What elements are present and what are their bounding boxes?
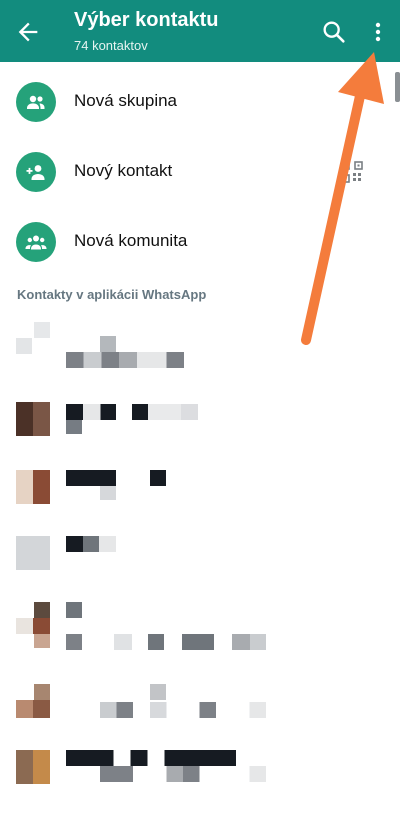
redacted-message xyxy=(66,634,266,650)
list-item[interactable] xyxy=(0,318,395,384)
redacted-name xyxy=(66,470,166,486)
redacted-message xyxy=(100,702,266,718)
redacted-name xyxy=(66,750,236,766)
avatar xyxy=(16,470,50,504)
avatar xyxy=(16,700,50,718)
redacted-message xyxy=(66,420,82,434)
add-person-icon-circle xyxy=(16,152,56,192)
list-item[interactable] xyxy=(0,536,395,602)
redacted-name xyxy=(66,536,116,552)
new-group-label: Nová skupina xyxy=(74,91,178,110)
avatar xyxy=(34,684,50,700)
avatar xyxy=(16,618,50,634)
redacted-name xyxy=(150,684,166,700)
list-item[interactable] xyxy=(0,600,395,666)
avatar xyxy=(34,322,50,338)
more-vertical-icon[interactable] xyxy=(366,18,390,46)
redacted-name xyxy=(66,602,82,618)
arrow-left-icon[interactable] xyxy=(14,18,42,46)
new-community-label: Nová komunita xyxy=(74,231,188,250)
redacted-name xyxy=(66,352,184,368)
page-title: Výber kontaktu xyxy=(74,9,219,31)
redacted-name xyxy=(66,404,198,420)
community-icon xyxy=(25,235,47,250)
section-header: Kontakty v aplikácii WhatsApp xyxy=(17,287,207,302)
contact-count: 74 kontaktov xyxy=(74,38,148,53)
group-icon xyxy=(27,95,45,109)
new-contact-label: Nový kontakt xyxy=(74,161,173,180)
scrollbar[interactable] xyxy=(395,72,400,102)
avatar xyxy=(16,536,50,570)
add-person-icon xyxy=(26,165,45,180)
avatar xyxy=(16,338,32,354)
list-item[interactable] xyxy=(0,466,395,532)
community-icon-circle xyxy=(16,222,56,262)
avatar xyxy=(16,750,50,784)
redacted-message xyxy=(100,486,116,500)
avatar xyxy=(16,402,50,436)
list-item[interactable] xyxy=(0,748,395,814)
redacted-name xyxy=(100,336,116,352)
group-icon-circle xyxy=(16,82,56,122)
avatar xyxy=(34,634,50,648)
qr-code-icon[interactable] xyxy=(341,161,363,183)
new-group-item[interactable]: Nová skupina xyxy=(0,72,395,132)
list-item[interactable] xyxy=(0,684,395,750)
new-community-item[interactable]: Nová komunita xyxy=(0,212,395,272)
avatar xyxy=(34,602,50,618)
list-item[interactable] xyxy=(0,398,395,464)
app-bar: Výber kontaktu 74 kontaktov xyxy=(0,0,400,62)
redacted-message xyxy=(100,766,266,782)
search-icon[interactable] xyxy=(320,18,348,46)
new-contact-item[interactable]: Nový kontakt xyxy=(0,142,395,202)
